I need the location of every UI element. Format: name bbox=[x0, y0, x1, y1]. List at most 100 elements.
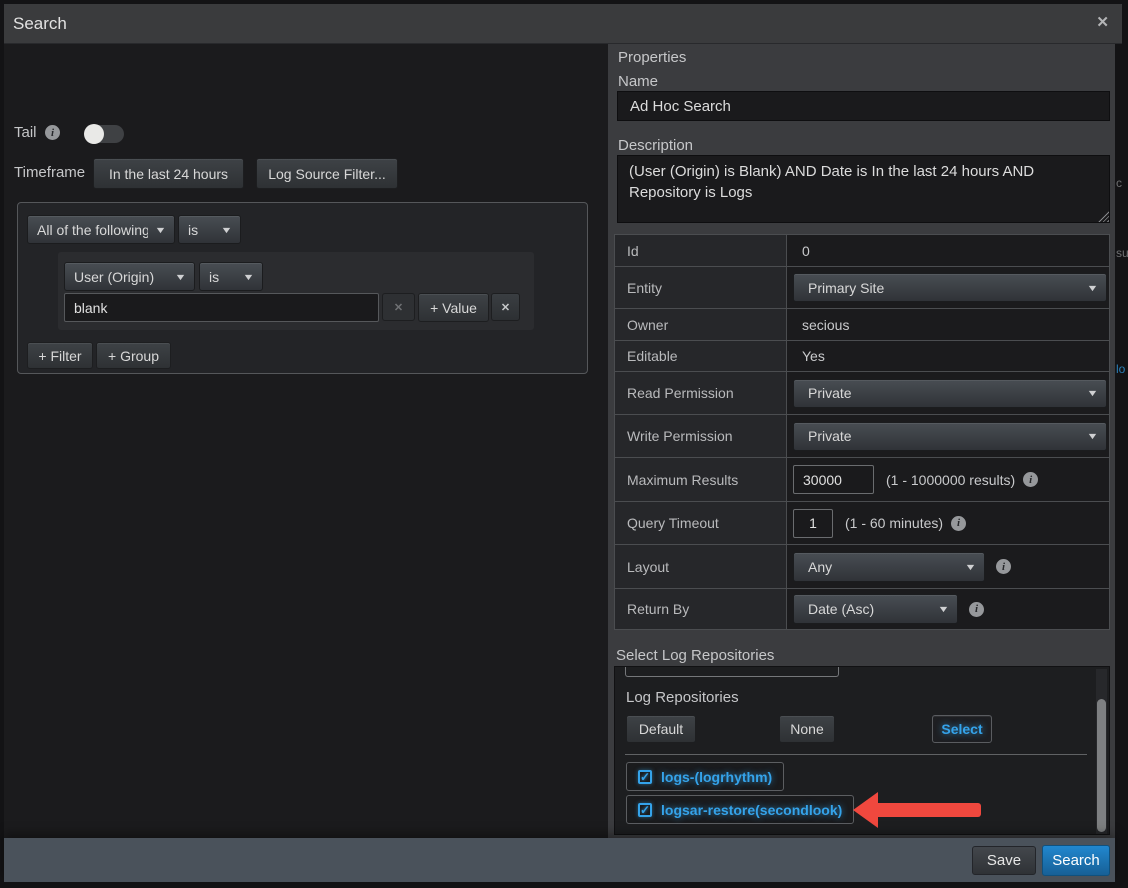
table-row-entity: Entity Primary Site ▼ bbox=[615, 266, 1109, 308]
entity-dropdown[interactable]: Primary Site ▼ bbox=[793, 273, 1107, 302]
repository-item-logsar-restore-secondlook[interactable]: ✓ logsar-restore(secondlook) bbox=[626, 795, 854, 824]
layout-value: Any bbox=[803, 559, 958, 575]
write-permission-dropdown[interactable]: Private ▼ bbox=[793, 422, 1107, 451]
layout-info-icon[interactable]: i bbox=[996, 559, 1011, 574]
group-condition-dropdown[interactable]: is ▼ bbox=[178, 215, 241, 244]
chevron-down-icon: ▼ bbox=[1086, 283, 1098, 293]
divider bbox=[625, 754, 1087, 755]
maximum-results-info-icon[interactable]: i bbox=[1023, 472, 1038, 487]
row-value: Yes bbox=[787, 348, 825, 364]
tail-info-icon[interactable]: i bbox=[45, 125, 60, 140]
checkbox-checked-icon[interactable]: ✓ bbox=[638, 770, 652, 784]
table-row-read-permission: Read Permission Private ▼ bbox=[615, 371, 1109, 414]
red-arrow-icon bbox=[853, 792, 878, 828]
dialog-footer: Save Search bbox=[4, 838, 1115, 882]
table-row-maximum-results: Maximum Results (1 - 1000000 results) i bbox=[615, 457, 1109, 501]
description-label: Description bbox=[618, 137, 693, 154]
save-button[interactable]: Save bbox=[972, 846, 1036, 875]
query-builder-panel: Tail i Timeframe In the last 24 hours Lo… bbox=[4, 44, 608, 838]
log-repositories-panel: Log Repositories Default None Select ✓ l… bbox=[614, 666, 1110, 835]
repo-scrollbar-thumb[interactable] bbox=[1097, 699, 1106, 832]
toggle-knob bbox=[84, 124, 104, 144]
search-button[interactable]: Search bbox=[1042, 845, 1110, 876]
timeframe-label: Timeframe bbox=[14, 164, 85, 181]
row-value: secious bbox=[787, 317, 849, 333]
row-label: Read Permission bbox=[615, 372, 787, 414]
chevron-down-icon: ▼ bbox=[937, 604, 949, 614]
query-timeout-hint: (1 - 60 minutes) bbox=[833, 515, 943, 531]
dialog-title: Search bbox=[4, 14, 67, 34]
chevron-down-icon: ▼ bbox=[174, 272, 186, 282]
row-label: Layout bbox=[615, 545, 787, 588]
return-by-dropdown[interactable]: Date (Asc) ▼ bbox=[793, 594, 958, 624]
row-label: Query Timeout bbox=[615, 502, 787, 544]
description-textarea[interactable]: (User (Origin) is Blank) AND Date is In … bbox=[617, 155, 1110, 223]
filter-group: All of the following ▼ is ▼ User (Origin… bbox=[17, 202, 588, 374]
row-value: 0 bbox=[787, 243, 810, 259]
row-label: Id bbox=[615, 235, 787, 266]
close-icon[interactable]: ✕ bbox=[1096, 13, 1109, 31]
return-by-info-icon[interactable]: i bbox=[969, 602, 984, 617]
rule-condition-dropdown[interactable]: is ▼ bbox=[199, 262, 263, 291]
name-input[interactable] bbox=[617, 91, 1110, 121]
red-arrow-tail bbox=[877, 803, 981, 817]
query-timeout-info-icon[interactable]: i bbox=[951, 516, 966, 531]
timeframe-range-button[interactable]: In the last 24 hours bbox=[93, 158, 244, 189]
repo-scrollbar[interactable] bbox=[1096, 669, 1107, 834]
remove-rule-button[interactable]: ✕ bbox=[491, 293, 520, 321]
checkbox-checked-icon[interactable]: ✓ bbox=[638, 803, 652, 817]
chevron-down-icon: ▼ bbox=[964, 562, 976, 572]
repository-item-label: logs-(logrhythm) bbox=[661, 769, 772, 785]
table-row-return-by: Return By Date (Asc) ▼ i bbox=[615, 588, 1109, 629]
select-button[interactable]: Select bbox=[932, 715, 992, 743]
log-repositories-label: Log Repositories bbox=[626, 689, 739, 706]
query-timeout-input[interactable] bbox=[793, 509, 833, 538]
table-row-id: Id 0 bbox=[615, 235, 1109, 266]
maximum-results-input[interactable] bbox=[793, 465, 874, 494]
read-permission-dropdown[interactable]: Private ▼ bbox=[793, 379, 1107, 408]
edge-fragment: su bbox=[1116, 246, 1128, 260]
group-operator-dropdown[interactable]: All of the following ▼ bbox=[27, 215, 175, 244]
table-row-write-permission: Write Permission Private ▼ bbox=[615, 414, 1109, 457]
log-source-filter-button[interactable]: Log Source Filter... bbox=[256, 158, 398, 189]
properties-table: Id 0 Entity Primary Site ▼ Owner secious… bbox=[614, 234, 1110, 630]
chevron-down-icon: ▼ bbox=[220, 225, 232, 235]
rule-condition-value: is bbox=[209, 269, 236, 285]
table-row-editable: Editable Yes bbox=[615, 340, 1109, 371]
group-operator-value: All of the following bbox=[37, 222, 148, 238]
read-permission-value: Private bbox=[803, 385, 1080, 401]
name-label: Name bbox=[618, 73, 658, 90]
default-button[interactable]: Default bbox=[626, 715, 696, 743]
rule-field-dropdown[interactable]: User (Origin) ▼ bbox=[64, 262, 195, 291]
row-label: Editable bbox=[615, 341, 787, 371]
table-row-query-timeout: Query Timeout (1 - 60 minutes) i bbox=[615, 501, 1109, 544]
table-row-owner: Owner secious bbox=[615, 308, 1109, 340]
write-permission-value: Private bbox=[803, 428, 1080, 444]
none-button[interactable]: None bbox=[779, 715, 835, 743]
repository-item-label: logsar-restore(secondlook) bbox=[661, 802, 842, 818]
clear-value-button[interactable]: ✕ bbox=[382, 293, 415, 321]
rule-field-value: User (Origin) bbox=[74, 269, 168, 285]
layout-dropdown[interactable]: Any ▼ bbox=[793, 552, 985, 582]
row-label: Entity bbox=[615, 267, 787, 308]
dialog-titlebar: Search ✕ bbox=[4, 4, 1122, 44]
add-filter-button[interactable]: + Filter bbox=[27, 342, 93, 369]
backdrop-strip: c su lo bbox=[1115, 44, 1128, 838]
table-row-layout: Layout Any ▼ i bbox=[615, 544, 1109, 588]
edge-fragment: c bbox=[1116, 176, 1122, 190]
chevron-down-icon: ▼ bbox=[1086, 431, 1098, 441]
row-label: Write Permission bbox=[615, 415, 787, 457]
row-label: Return By bbox=[615, 589, 787, 629]
chevron-down-icon: ▼ bbox=[1086, 388, 1098, 398]
add-group-button[interactable]: + Group bbox=[96, 342, 171, 369]
chevron-down-icon: ▼ bbox=[154, 225, 166, 235]
rule-value-input[interactable] bbox=[64, 293, 379, 322]
search-dialog: Search ✕ Tail i Timeframe In the last 24… bbox=[0, 0, 1128, 888]
add-value-button[interactable]: + Value bbox=[418, 293, 489, 322]
repository-item-logs-logrhythm[interactable]: ✓ logs-(logrhythm) bbox=[626, 762, 784, 791]
tail-toggle[interactable] bbox=[84, 124, 124, 144]
chevron-down-icon: ▼ bbox=[242, 272, 254, 282]
row-label: Maximum Results bbox=[615, 458, 787, 501]
select-button-label: Select bbox=[941, 721, 982, 737]
tail-label: Tail bbox=[14, 124, 37, 141]
